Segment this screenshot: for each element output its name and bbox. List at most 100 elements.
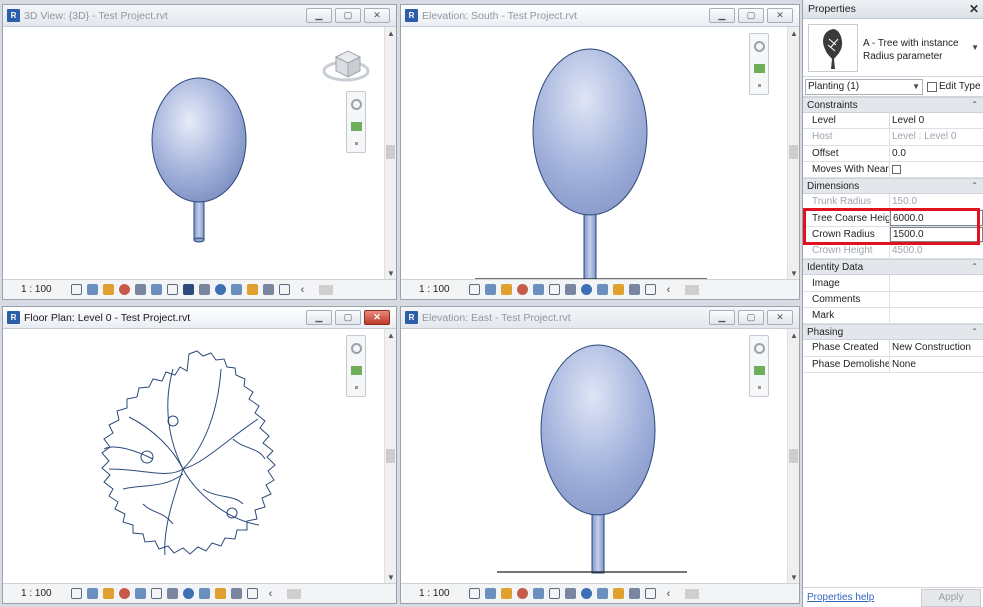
properties-help-link[interactable]: Properties help xyxy=(807,592,874,603)
group-phasing[interactable]: Phasing ⌃ xyxy=(803,324,983,341)
highlight-displacement-icon[interactable] xyxy=(628,284,640,295)
navigation-bar[interactable] xyxy=(346,335,366,397)
view-3d[interactable]: R 3D View: {3D} - Test Project.rvt ▁ ▢ ✕ xyxy=(2,4,397,300)
scroll-thumb[interactable] xyxy=(386,145,395,159)
group-dimensions[interactable]: Dimensions ⌃ xyxy=(803,178,983,195)
navigation-bar[interactable] xyxy=(749,335,769,397)
view-elevation-south[interactable]: R Elevation: South - Test Project.rvt ▁ … xyxy=(400,4,800,300)
steering-wheel-icon[interactable] xyxy=(351,99,362,110)
edit-type-button[interactable]: Edit Type xyxy=(927,81,981,92)
view-south-titlebar[interactable]: R Elevation: South - Test Project.rvt ▁ … xyxy=(401,5,799,27)
highlight-displacement-icon[interactable] xyxy=(262,284,274,295)
restore-button[interactable]: ▢ xyxy=(335,8,361,23)
property-row-level[interactable]: Level Level 0 xyxy=(803,113,983,130)
visual-style-icon[interactable] xyxy=(86,284,98,295)
property-value[interactable]: 0.0 xyxy=(890,146,983,161)
scroll-up-icon[interactable]: ▲ xyxy=(385,329,397,341)
view-plan-canvas[interactable] xyxy=(3,329,384,583)
restore-button[interactable]: ▢ xyxy=(738,310,764,325)
constraints-icon[interactable] xyxy=(278,284,290,295)
zoom-icon[interactable] xyxy=(351,366,362,375)
collapse-icon[interactable]: ⌃ xyxy=(971,262,978,271)
shadows-icon[interactable] xyxy=(118,284,130,295)
visual-style-icon[interactable] xyxy=(86,588,98,599)
view-scale[interactable]: 1 : 100 xyxy=(21,588,52,599)
properties-header[interactable]: Properties ✕ xyxy=(803,0,983,19)
category-filter-dropdown[interactable]: Planting (1) ▼ xyxy=(805,78,923,95)
constraints-icon[interactable] xyxy=(644,284,656,295)
collapse-icon[interactable]: ⌃ xyxy=(971,100,978,109)
shadows-icon[interactable] xyxy=(516,284,528,295)
temp-hide-icon[interactable] xyxy=(564,284,576,295)
close-button[interactable]: ✕ xyxy=(364,8,390,23)
property-row-moves-with-nearby[interactable]: Moves With Near... xyxy=(803,161,983,179)
worksharing-icon[interactable] xyxy=(596,284,608,295)
navbar-options-icon[interactable] xyxy=(355,386,358,389)
property-row-offset[interactable]: Offset 0.0 xyxy=(803,145,983,162)
view-3d-titlebar[interactable]: R 3D View: {3D} - Test Project.rvt ▁ ▢ ✕ xyxy=(3,5,396,27)
horizontal-scroll-thumb[interactable] xyxy=(685,284,700,295)
close-button[interactable]: ✕ xyxy=(767,310,793,325)
scroll-left-icon[interactable]: ‹ xyxy=(667,588,671,600)
scroll-up-icon[interactable]: ▲ xyxy=(385,27,397,39)
scroll-left-icon[interactable]: ‹ xyxy=(301,284,305,296)
property-value[interactable]: Level 0 xyxy=(890,113,983,128)
shadows-icon[interactable] xyxy=(118,588,130,599)
restore-button[interactable]: ▢ xyxy=(738,8,764,23)
view-scale[interactable]: 1 : 100 xyxy=(21,284,52,295)
reveal-hidden-icon[interactable] xyxy=(214,284,226,295)
constraints-icon[interactable] xyxy=(246,588,258,599)
sun-path-icon[interactable] xyxy=(102,284,114,295)
property-value-input[interactable]: 6000.0 xyxy=(890,210,983,226)
minimize-button[interactable]: ▁ xyxy=(306,8,332,23)
close-button[interactable]: ✕ xyxy=(767,8,793,23)
scroll-down-icon[interactable]: ▼ xyxy=(385,571,397,583)
highlight-displacement-icon[interactable] xyxy=(628,588,640,599)
restore-button[interactable]: ▢ xyxy=(335,310,361,325)
minimize-button[interactable]: ▁ xyxy=(709,8,735,23)
property-row-phase-demolished[interactable]: Phase Demolished None xyxy=(803,356,983,373)
collapse-icon[interactable]: ⌃ xyxy=(971,181,978,190)
chevron-down-icon[interactable]: ▼ xyxy=(971,43,979,52)
sun-path-icon[interactable] xyxy=(500,588,512,599)
sun-path-icon[interactable] xyxy=(500,284,512,295)
reveal-hidden-icon[interactable] xyxy=(580,284,592,295)
property-value[interactable]: New Construction xyxy=(890,340,983,355)
worksharing-icon[interactable] xyxy=(230,284,242,295)
navigation-bar[interactable] xyxy=(749,33,769,95)
horizontal-scroll-thumb[interactable] xyxy=(319,284,334,295)
detail-level-icon[interactable] xyxy=(70,284,82,295)
analytical-model-icon[interactable] xyxy=(214,588,226,599)
property-value[interactable] xyxy=(890,292,983,307)
sun-path-icon[interactable] xyxy=(102,588,114,599)
view-south-canvas[interactable] xyxy=(401,27,787,279)
property-value[interactable]: None xyxy=(890,357,983,372)
vertical-scrollbar[interactable]: ▲ ▼ xyxy=(384,27,396,279)
show-crop-icon[interactable] xyxy=(150,588,162,599)
constraints-icon[interactable] xyxy=(644,588,656,599)
close-button[interactable]: ✕ xyxy=(364,310,390,325)
property-value-input[interactable]: 1500.0 xyxy=(890,226,983,243)
visual-style-icon[interactable] xyxy=(484,284,496,295)
detail-level-icon[interactable] xyxy=(70,588,82,599)
scroll-thumb[interactable] xyxy=(789,449,798,463)
property-value[interactable] xyxy=(890,162,983,177)
view-elevation-east[interactable]: R Elevation: East - Test Project.rvt ▁ ▢… xyxy=(400,306,800,604)
navbar-options-icon[interactable] xyxy=(355,142,358,145)
property-row-image[interactable]: Image xyxy=(803,275,983,292)
navigation-bar[interactable] xyxy=(346,91,366,153)
scroll-up-icon[interactable]: ▲ xyxy=(788,27,800,39)
property-row-tree-coarse-height[interactable]: Tree Coarse Height 6000.0 xyxy=(803,210,983,227)
analytical-model-icon[interactable] xyxy=(612,588,624,599)
analytical-model-icon[interactable] xyxy=(246,284,258,295)
apply-button[interactable]: Apply xyxy=(921,588,981,607)
detail-level-icon[interactable] xyxy=(468,284,480,295)
steering-wheel-icon[interactable] xyxy=(754,343,765,354)
analytical-model-icon[interactable] xyxy=(612,284,624,295)
group-identity-data[interactable]: Identity Data ⌃ xyxy=(803,259,983,276)
worksharing-icon[interactable] xyxy=(596,588,608,599)
zoom-icon[interactable] xyxy=(754,64,765,73)
property-row-comments[interactable]: Comments xyxy=(803,291,983,308)
view-3d-canvas[interactable] xyxy=(3,27,384,279)
type-selector[interactable]: A - Tree with instance Radius parameter … xyxy=(803,19,983,77)
